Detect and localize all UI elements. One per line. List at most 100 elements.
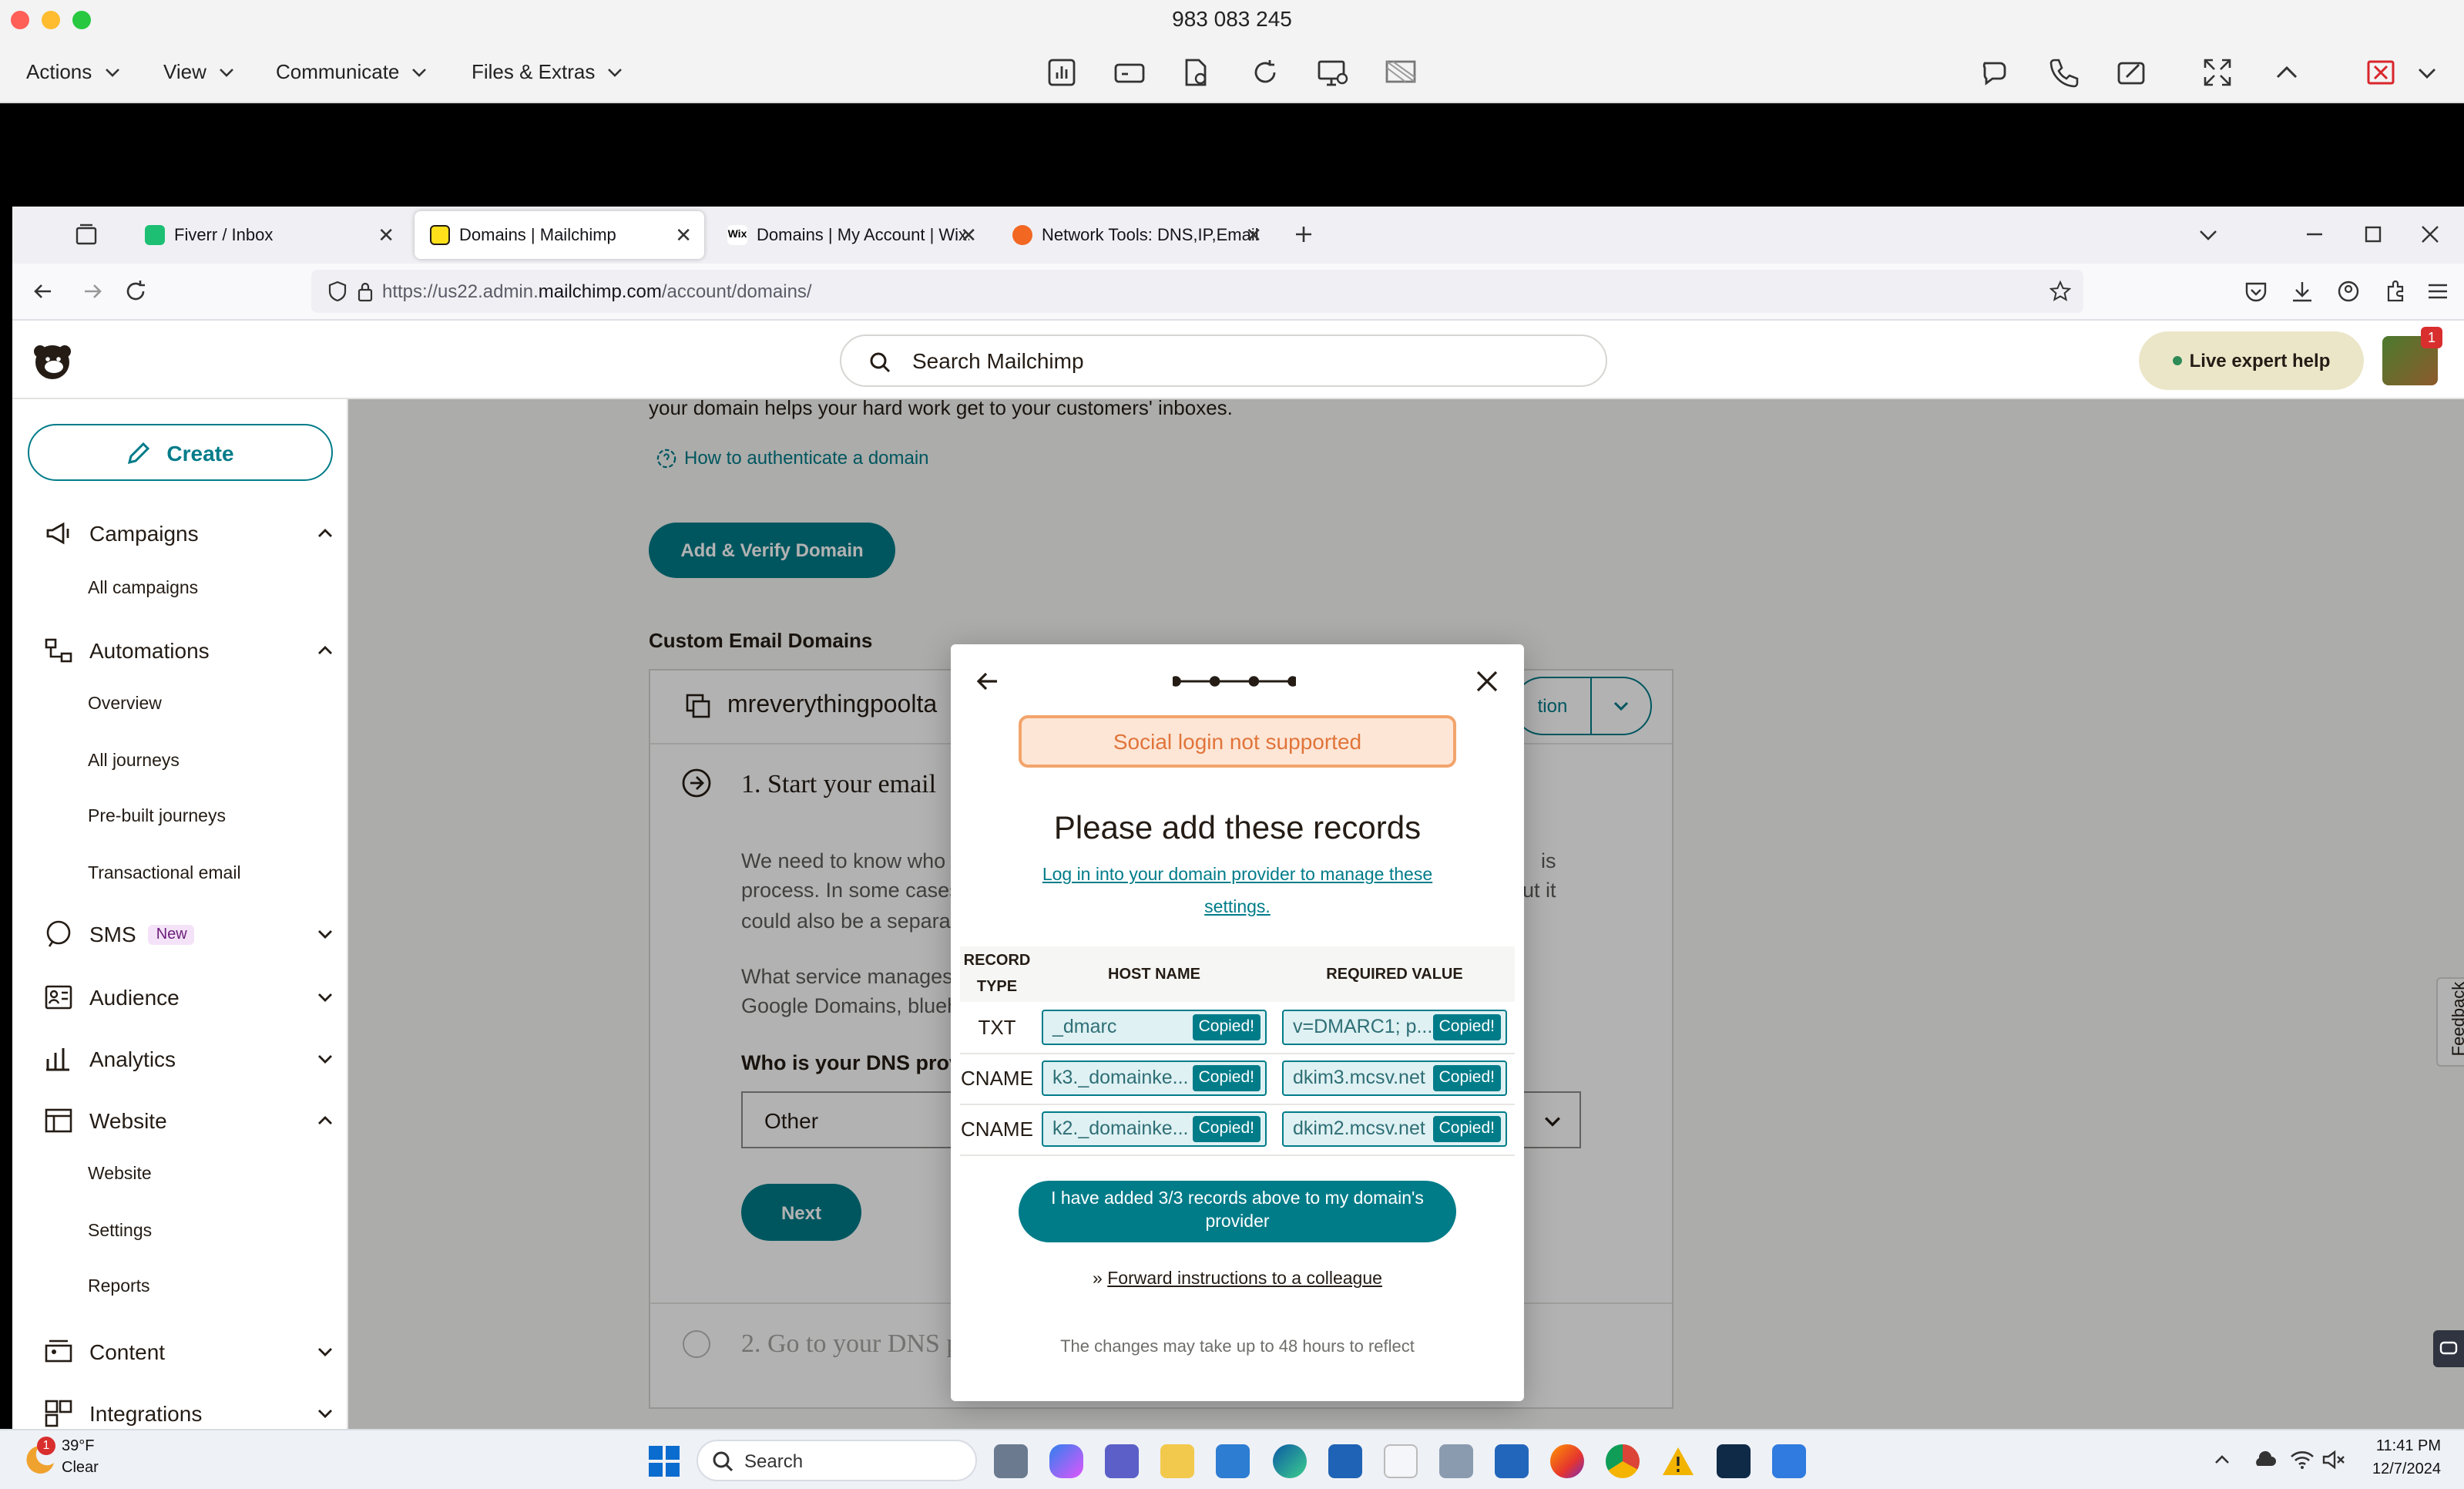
close-tab-icon[interactable]: ✕ [378,224,394,248]
search-input[interactable]: Search Mailchimp [840,334,1607,387]
notepad-icon[interactable] [1384,1444,1418,1478]
remote-device-icon[interactable] [1113,55,1146,89]
menu-actions[interactable]: Actions [26,60,119,83]
clock-date[interactable]: 12/7/2024 [2345,1461,2441,1478]
sidebar-item-content[interactable]: Content [43,1333,336,1370]
records-added-confirm-button[interactable]: I have added 3/3 records above to my dom… [1019,1181,1456,1242]
required-value-copy-field[interactable]: dkim3.mcsv.net Copied! [1282,1060,1507,1096]
onedrive-cloud-icon[interactable] [2251,1447,2276,1472]
tracking-shield-icon[interactable] [327,281,348,302]
sidebar-item-campaigns[interactable]: Campaigns [43,515,336,552]
close-window-icon[interactable] [2418,222,2442,247]
notes-icon[interactable] [1772,1444,1806,1478]
close-tab-icon[interactable]: ✕ [675,224,692,248]
file-transfer-icon[interactable] [1179,55,1213,89]
required-value-copy-field[interactable]: v=DMARC1; p... Copied! [1282,1009,1507,1045]
blank-screen-icon[interactable] [1384,55,1418,89]
minimize-icon[interactable] [2302,222,2327,247]
volume-muted-icon[interactable] [2321,1447,2345,1472]
teams-icon[interactable] [1105,1444,1139,1478]
sidebar-item-analytics[interactable]: Analytics [43,1040,336,1077]
sidebar-subitem-overview[interactable]: Overview [88,695,162,714]
app-window-icon[interactable] [1328,1444,1362,1478]
back-arrow-icon[interactable] [975,669,1000,694]
list-tabs-chevron-icon[interactable] [2196,222,2221,247]
forward-icon[interactable] [80,279,105,304]
menu-view[interactable]: View [163,60,234,83]
fullscreen-icon[interactable] [2200,55,2234,89]
close-tab-icon[interactable]: ✕ [1245,224,1262,248]
firefox-icon[interactable] [1550,1444,1584,1478]
sidebar-item-integrations[interactable]: Integrations [43,1395,336,1429]
new-tab-icon[interactable] [1291,222,1316,247]
live-expert-help-button[interactable]: Live expert help [2139,331,2364,390]
printer-icon[interactable] [1439,1444,1473,1478]
chevron-up-icon[interactable] [2270,55,2304,89]
windows-start-icon[interactable] [647,1444,681,1478]
create-button[interactable]: Create [28,424,333,481]
monitor-settings-icon[interactable] [1316,55,1350,89]
host-name-copy-field[interactable]: k3._domainke... Copied! [1042,1060,1267,1096]
copilot-icon[interactable] [1049,1444,1083,1478]
sidebar-subitem-website[interactable]: Website [88,1165,152,1184]
chrome-icon[interactable] [1606,1444,1640,1478]
maximize-icon[interactable] [2361,222,2385,247]
address-bar[interactable]: https://us22.admin. mailchimp.com/account… [311,270,2083,313]
warning-icon[interactable] [1661,1444,1695,1478]
remote-desktop-icon[interactable] [1495,1444,1529,1478]
dashboard-icon[interactable] [1045,55,1079,89]
account-icon[interactable] [2336,279,2361,304]
chat-launcher[interactable] [2433,1330,2464,1367]
mailchimp-logo-icon[interactable] [28,336,77,385]
edge-icon[interactable] [1273,1444,1307,1478]
wifi-icon[interactable] [2290,1447,2315,1472]
domain-provider-login-link[interactable]: Log in into your domain provider to mana… [1012,860,1462,925]
chevron-down-icon [318,1410,332,1418]
extensions-icon[interactable] [2382,279,2407,304]
taskbar-search[interactable]: Search [697,1440,977,1481]
tab-overview-icon[interactable] [74,222,99,247]
downloads-icon[interactable] [2290,279,2315,304]
hamburger-menu-icon[interactable] [2425,279,2450,304]
tab-fiverr[interactable]: Fiverr / Inbox ✕ [129,211,407,259]
sidebar-subitem-all-campaigns[interactable]: All campaigns [88,580,198,598]
sidebar-subitem-all-journeys[interactable]: All journeys [88,752,180,771]
end-session-icon[interactable] [2364,55,2398,89]
lock-icon[interactable] [354,281,376,302]
file-explorer-icon[interactable] [1160,1444,1194,1478]
menu-communicate[interactable]: Communicate [276,60,427,83]
teamviewer-icon[interactable] [1717,1444,1751,1478]
store-icon[interactable] [1216,1444,1250,1478]
sidebar-subitem-transactional-email[interactable]: Transactional email [88,865,241,883]
host-name-copy-field[interactable]: k2._domainke... Copied! [1042,1111,1267,1147]
host-name-copy-field[interactable]: _dmarc Copied! [1042,1009,1267,1045]
tab-mailchimp[interactable]: Domains | Mailchimp ✕ [415,211,704,259]
required-value-copy-field[interactable]: dkim2.mcsv.net Copied! [1282,1111,1507,1147]
sidebar-item-website[interactable]: Website [43,1102,336,1139]
chevron-up-icon[interactable] [2213,1450,2231,1469]
sidebar-subitem-prebuilt-journeys[interactable]: Pre-built journeys [88,808,226,826]
sidebar-item-sms[interactable]: SMS New [43,916,336,953]
pocket-icon[interactable] [2244,279,2268,304]
forward-instructions-link[interactable]: » Forward instructions to a colleague [951,1270,1524,1289]
task-view-icon[interactable] [994,1444,1028,1478]
whiteboard-icon[interactable] [2114,55,2148,89]
tab-wix[interactable]: Wix Domains | My Account | Wix.co ✕ [712,211,989,259]
clock-time[interactable]: 11:41 PM [2345,1438,2441,1455]
sidebar-subitem-reports[interactable]: Reports [88,1278,150,1296]
chevron-down-icon[interactable] [2416,55,2438,89]
sidebar-subitem-settings[interactable]: Settings [88,1222,152,1241]
refresh-session-icon[interactable] [1248,55,1282,89]
tab-network-tools[interactable]: Network Tools: DNS,IP,Email ✕ [997,211,1274,259]
close-icon[interactable] [1475,669,1499,694]
back-icon[interactable] [31,279,55,304]
bookmark-star-icon[interactable] [2049,281,2071,302]
close-tab-icon[interactable]: ✕ [960,224,977,248]
chat-icon[interactable] [1979,55,2012,89]
sidebar-item-audience[interactable]: Audience [43,979,336,1016]
menu-files-extras[interactable]: Files & Extras [472,60,623,83]
call-icon[interactable] [2046,55,2080,89]
sidebar-item-automations[interactable]: Automations [43,632,336,669]
reload-icon[interactable] [123,279,148,304]
sms-icon [46,920,71,947]
